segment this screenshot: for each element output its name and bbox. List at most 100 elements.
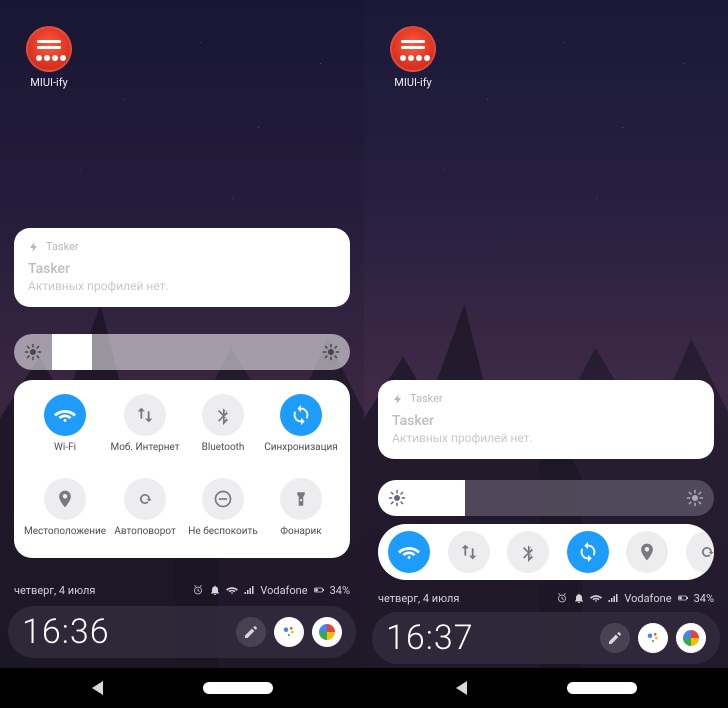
tile-bluetooth-label: Bluetooth [202,442,245,464]
assistant-icon [644,629,662,647]
qtile-autorotate[interactable] [686,531,714,573]
nav-home-pill[interactable] [203,682,273,694]
bluetooth-icon [213,405,233,425]
signal-status-icon [243,584,255,596]
pencil-icon [243,624,259,640]
google-apps-button[interactable] [676,623,706,653]
brightness-low-icon [24,343,42,361]
tile-location[interactable]: Местоположение [24,478,106,548]
notification-app-name: Tasker [46,240,79,253]
brightness-slider[interactable] [14,334,350,370]
nav-home-pill[interactable] [567,682,637,694]
nav-back-button[interactable] [92,681,103,695]
nav-back-button[interactable] [456,681,467,695]
battery-status-icon [313,584,325,596]
tile-dnd-label: Не беспокоить [188,526,257,548]
notification-title: Tasker [28,261,336,277]
assistant-button[interactable] [638,623,668,653]
tile-wifi-label: Wi-Fi [54,442,76,464]
brightness-fill [52,334,92,370]
clock-display: 16:36 [22,612,110,652]
bell-status-icon [573,592,585,604]
brightness-slider[interactable] [378,480,714,516]
brightness-low-icon [388,489,406,507]
notification-app-name: Tasker [410,392,443,405]
flashlight-icon [292,490,310,508]
brightness-high-icon [322,343,340,361]
bluetooth-icon [518,542,538,562]
android-nav-bar [364,668,728,708]
phone-expanded: MIUI-ify Tasker Tasker Активных профилей… [0,0,364,708]
notification-source: Tasker [392,392,700,405]
location-icon [637,542,657,562]
launcher-app-miui-ify[interactable]: MIUI-ify [20,26,78,89]
notification-card[interactable]: Tasker Tasker Активных профилей нет. [378,380,714,459]
tile-location-label: Местоположение [24,526,106,548]
qtile-mobile-data[interactable] [448,531,490,573]
alarm-status-icon [192,584,204,596]
mobile-data-icon [134,404,156,426]
brightness-fill [378,480,465,516]
comparison-stage: MIUI-ify Tasker Tasker Активных профилей… [0,0,728,708]
google-dots-icon [683,630,699,646]
battery-status-icon [677,592,689,604]
app-circle-icon [390,26,436,72]
assistant-icon [280,623,298,641]
qtile-sync[interactable] [567,531,609,573]
tile-sync[interactable]: Синхронизация [262,394,340,464]
autorotate-icon [135,489,155,509]
status-date: четверг, 4 июля [378,592,459,605]
tile-wifi[interactable]: Wi-Fi [24,394,106,464]
notification-body: Активных профилей нет. [392,431,700,445]
wifi-icon [54,404,76,426]
alarm-status-icon [556,592,568,604]
sync-icon [577,541,599,563]
pencil-icon [607,630,623,646]
notification-title: Tasker [392,413,700,429]
bottom-assist-bar: 16:36 [8,606,356,658]
assistant-button[interactable] [274,617,304,647]
status-carrier: Vodafone [260,584,307,597]
tile-sync-label: Синхронизация [264,442,338,464]
clock-display: 16:37 [386,618,474,658]
tile-mobile-data-label: Моб. Интернет [110,442,179,464]
qtile-location[interactable] [626,531,668,573]
phone-collapsed: MIUI-ify Tasker Tasker Активных профилей… [364,0,728,708]
notification-body: Активных профилей нет. [28,279,336,293]
quick-tiles-strip[interactable] [378,524,714,580]
status-battery: 34% [694,592,714,605]
edit-panel-button[interactable] [600,623,630,653]
brightness-high-icon [686,489,704,507]
tasker-bolt-icon [392,393,404,405]
tile-flashlight-label: Фонарик [280,526,321,548]
tile-mobile-data[interactable]: Моб. Интернет [106,394,184,464]
qtile-wifi[interactable] [388,531,430,573]
launcher-app-miui-ify[interactable]: MIUI-ify [384,26,442,89]
android-nav-bar [0,668,364,708]
notification-card[interactable]: Tasker Tasker Активных профилей нет. [14,228,350,307]
signal-status-icon [607,592,619,604]
google-apps-button[interactable] [312,617,342,647]
status-bar: четверг, 4 июля Vodafone 34% [14,580,350,600]
quick-tiles-grid: Wi-Fi Моб. Интернет Bluetooth Синхрониза… [24,394,340,548]
sync-icon [290,404,312,426]
wifi-status-icon [226,584,238,596]
bottom-assist-bar: 16:37 [372,612,720,664]
wifi-icon [398,541,420,563]
tile-dnd[interactable]: Не беспокоить [184,478,262,548]
status-battery: 34% [330,584,350,597]
tile-autorotate[interactable]: Автоповорот [106,478,184,548]
notification-source: Tasker [28,240,336,253]
edit-panel-button[interactable] [236,617,266,647]
mobile-data-icon [458,541,480,563]
status-date: четверг, 4 июля [14,584,95,597]
quick-tiles-panel: Wi-Fi Моб. Интернет Bluetooth Синхрониза… [14,380,350,558]
status-carrier: Vodafone [624,592,671,605]
dnd-icon [213,489,233,509]
tasker-bolt-icon [28,241,40,253]
status-bar: четверг, 4 июля Vodafone 34% [378,588,714,608]
tile-bluetooth[interactable]: Bluetooth [184,394,262,464]
qtile-bluetooth[interactable] [507,531,549,573]
location-icon [55,489,75,509]
tile-flashlight[interactable]: Фонарик [262,478,340,548]
